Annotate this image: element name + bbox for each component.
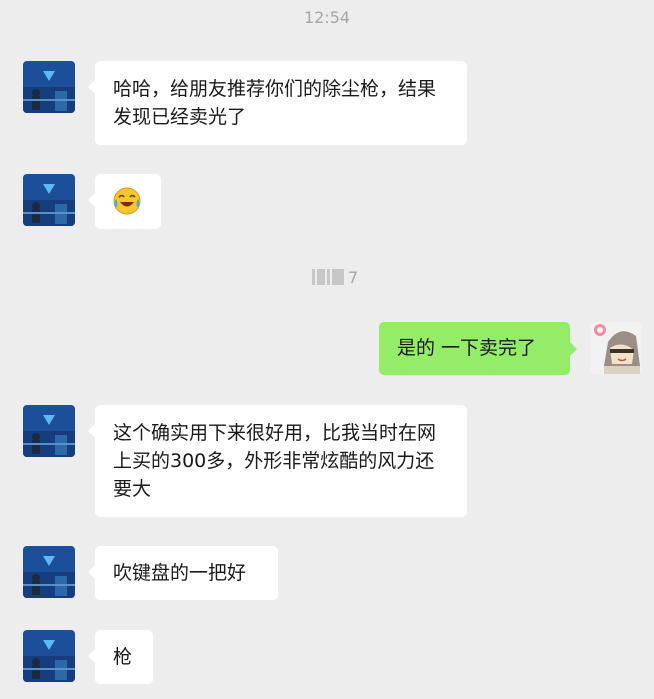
- timestamp: 12:54: [303, 8, 351, 27]
- contact-avatar[interactable]: [23, 630, 75, 682]
- redacted-divider: 7: [312, 267, 359, 287]
- crying-laughing-emoji-icon: [113, 187, 141, 215]
- contact-avatar[interactable]: [23, 546, 75, 598]
- message-bubble-self[interactable]: 是的 一下卖完了: [379, 322, 577, 375]
- message-text: 枪: [113, 646, 133, 668]
- message-bubble[interactable]: 吹键盘的一把好: [88, 546, 278, 600]
- message-text: 吹键盘的一把好: [113, 562, 247, 584]
- message-bubble[interactable]: 枪: [88, 630, 153, 684]
- message-bubble[interactable]: 这个确实用下来很好用，比我当时在网上买的300多，外形非常炫酷的风力还要大: [88, 405, 467, 517]
- contact-avatar[interactable]: [23, 405, 75, 457]
- self-avatar[interactable]: [590, 322, 642, 374]
- contact-avatar[interactable]: [23, 174, 75, 226]
- message-bubble[interactable]: 哈哈，给朋友推荐你们的除尘枪，结果发现已经卖光了: [88, 61, 467, 145]
- message-text: 哈哈，给朋友推荐你们的除尘枪，结果发现已经卖光了: [113, 78, 437, 128]
- message-bubble[interactable]: [88, 174, 161, 229]
- contact-avatar[interactable]: [23, 61, 75, 113]
- divider-text: 7: [348, 267, 359, 287]
- message-text: 这个确实用下来很好用，比我当时在网上买的300多，外形非常炫酷的风力还要大: [113, 422, 437, 500]
- message-text: 是的 一下卖完了: [397, 337, 537, 359]
